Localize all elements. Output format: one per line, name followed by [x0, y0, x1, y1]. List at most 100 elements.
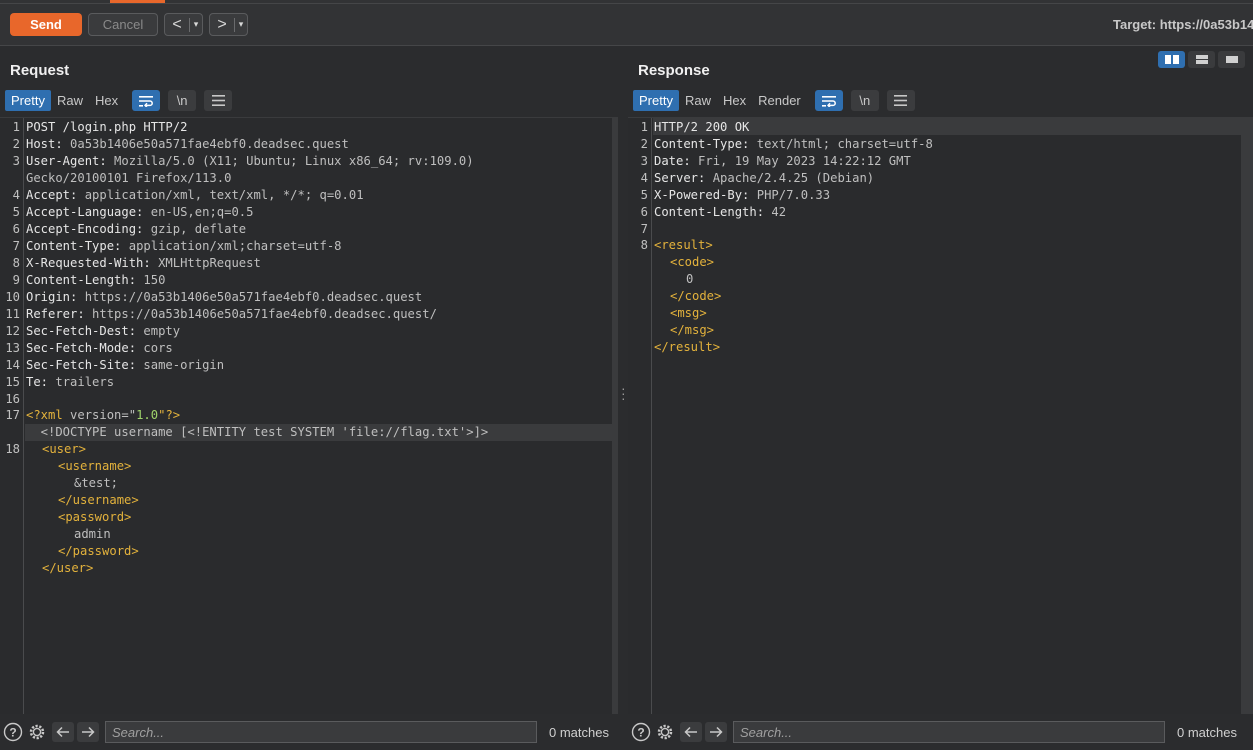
header-line: Content-Length: 42	[654, 205, 787, 219]
header-line: Sec-Fetch-Mode: cors	[26, 341, 173, 355]
gear-icon[interactable]	[654, 721, 676, 743]
top-toolbar: Send Cancel < ▾ > ▾ Target: https://0a53…	[0, 0, 1253, 46]
line-number: 1	[12, 120, 20, 134]
xml-username-open: <username>	[58, 459, 132, 473]
xml-password-close: </password>	[58, 544, 139, 558]
chevron-down-icon[interactable]: ▾	[235, 19, 247, 30]
stacked-layout-icon[interactable]	[1188, 51, 1215, 68]
line-number: 16	[5, 392, 20, 406]
show-newlines-button[interactable]: \n	[850, 90, 879, 111]
header-line: User-Agent: Mozilla/5.0 (X11; Ubuntu; Li…	[26, 154, 474, 168]
tab-pretty[interactable]: Pretty	[633, 90, 679, 111]
help-icon[interactable]: ?	[2, 721, 24, 743]
line-number: 14	[5, 358, 20, 372]
line-number: 5	[640, 188, 648, 202]
xml-msg-close: </msg>	[670, 323, 715, 337]
line-number: 2	[640, 137, 648, 151]
tab-raw[interactable]: Raw	[51, 90, 89, 111]
header-line: Content-Type: text/html; charset=utf-8	[654, 137, 933, 151]
xml-user-close: </user>	[42, 561, 94, 575]
xml-declaration: <?xml version="1.0"?>	[26, 408, 181, 422]
show-newlines-button[interactable]: \n	[168, 90, 197, 111]
header-line: Content-Type: application/xml;charset=ut…	[26, 239, 342, 253]
request-title: Request	[10, 62, 70, 79]
gear-icon[interactable]	[26, 721, 48, 743]
side-by-side-layout-icon[interactable]	[1158, 51, 1185, 68]
drag-handle-icon[interactable]: · · ·	[621, 381, 626, 405]
search-previous-button[interactable]	[52, 722, 74, 742]
match-count: 0 matches	[1177, 724, 1237, 740]
line-number: 15	[5, 375, 20, 389]
tab-raw[interactable]: Raw	[679, 90, 717, 111]
history-forward-button[interactable]: > ▾	[209, 13, 248, 36]
search-input[interactable]: Search...	[105, 721, 537, 743]
line-number: 8	[12, 256, 20, 270]
response-scrollbar[interactable]	[1241, 117, 1253, 714]
doctype-line: <!DOCTYPE username [<!ENTITY test SYSTEM…	[26, 425, 489, 439]
xml-entity-ref: &test;	[74, 476, 119, 490]
header-line: Content-Length: 150	[26, 273, 166, 287]
line-number: 17	[5, 408, 20, 422]
header-line: Sec-Fetch-Dest: empty	[26, 324, 181, 338]
line-number: 18	[5, 442, 20, 456]
header-line: Origin: https://0a53b1406e50a571fae4ebf0…	[26, 290, 423, 304]
tab-hex[interactable]: Hex	[89, 90, 124, 111]
target-label[interactable]: Target: https://0a53b14	[1113, 17, 1253, 32]
header-line: Server: Apache/2.4.25 (Debian)	[654, 171, 875, 185]
line-number: 11	[5, 307, 20, 321]
pane-splitter[interactable]: · · ·	[618, 46, 627, 714]
line-number: 5	[12, 205, 20, 219]
request-editor[interactable]: 17 <?xml version="1.0"?> <!DOCTYPE usern…	[0, 117, 612, 714]
line-number: 3	[12, 154, 20, 168]
menu-icon[interactable]	[886, 90, 915, 111]
line-number: 6	[12, 222, 20, 236]
line-number: 4	[640, 171, 648, 185]
help-icon[interactable]: ?	[630, 721, 652, 743]
send-button[interactable]: Send	[10, 13, 82, 36]
svg-text:?: ?	[637, 726, 644, 740]
single-pane-layout-icon[interactable]	[1218, 51, 1245, 68]
header-line: X-Requested-With: XMLHttpRequest	[26, 256, 261, 270]
line-number	[0, 170, 20, 187]
header-line: Accept-Language: en-US,en;q=0.5	[26, 205, 254, 219]
xml-result-open: <result>	[654, 238, 713, 252]
header-line: Sec-Fetch-Site: same-origin	[26, 358, 225, 372]
search-previous-button[interactable]	[680, 722, 702, 742]
tab-hex[interactable]: Hex	[717, 90, 752, 111]
layout-toggle-group	[1158, 51, 1245, 68]
header-line: X-Powered-By: PHP/7.0.33	[654, 188, 831, 202]
line-number: 9	[12, 273, 20, 287]
header-line: Accept-Encoding: gzip, deflate	[26, 222, 247, 236]
response-title: Response	[638, 62, 710, 79]
line-number: 12	[5, 324, 20, 338]
search-input[interactable]: Search...	[733, 721, 1165, 743]
xml-username-close: </username>	[58, 493, 139, 507]
toolbar-divider	[0, 3, 1253, 4]
menu-icon[interactable]	[204, 90, 233, 111]
request-search-bar: ? Search... 0 matches	[2, 714, 609, 750]
request-view-tabs: Pretty Raw Hex \n	[5, 90, 233, 111]
header-line: Gecko/20100101 Firefox/113.0	[26, 171, 232, 185]
line-number: 13	[5, 341, 20, 355]
word-wrap-icon[interactable]	[814, 90, 843, 111]
history-back-button[interactable]: < ▾	[164, 13, 203, 36]
chevron-left-icon: <	[172, 15, 182, 33]
xml-code-open: <code>	[670, 255, 715, 269]
line-number: 6	[640, 205, 648, 219]
xml-password-open: <password>	[58, 510, 132, 524]
tab-pretty[interactable]: Pretty	[5, 90, 51, 111]
word-wrap-icon[interactable]	[132, 90, 161, 111]
chevron-down-icon[interactable]: ▾	[190, 19, 202, 30]
tab-render[interactable]: Render	[752, 90, 807, 111]
header-line: Date: Fri, 19 May 2023 14:22:12 GMT	[654, 154, 911, 168]
response-editor[interactable]: 8 <result> <code> 0 </code> <msg> </msg>…	[628, 117, 1241, 714]
header-line: Accept: application/xml, text/xml, */*; …	[26, 188, 364, 202]
xml-msg-open: <msg>	[670, 306, 707, 320]
svg-text:?: ?	[9, 726, 16, 740]
search-next-button[interactable]	[705, 722, 727, 742]
line-number: 7	[640, 222, 648, 236]
cancel-button[interactable]: Cancel	[88, 13, 158, 36]
search-next-button[interactable]	[77, 722, 99, 742]
header-line: POST /login.php HTTP/2	[26, 120, 188, 134]
xml-result-close: </result>	[654, 340, 721, 354]
